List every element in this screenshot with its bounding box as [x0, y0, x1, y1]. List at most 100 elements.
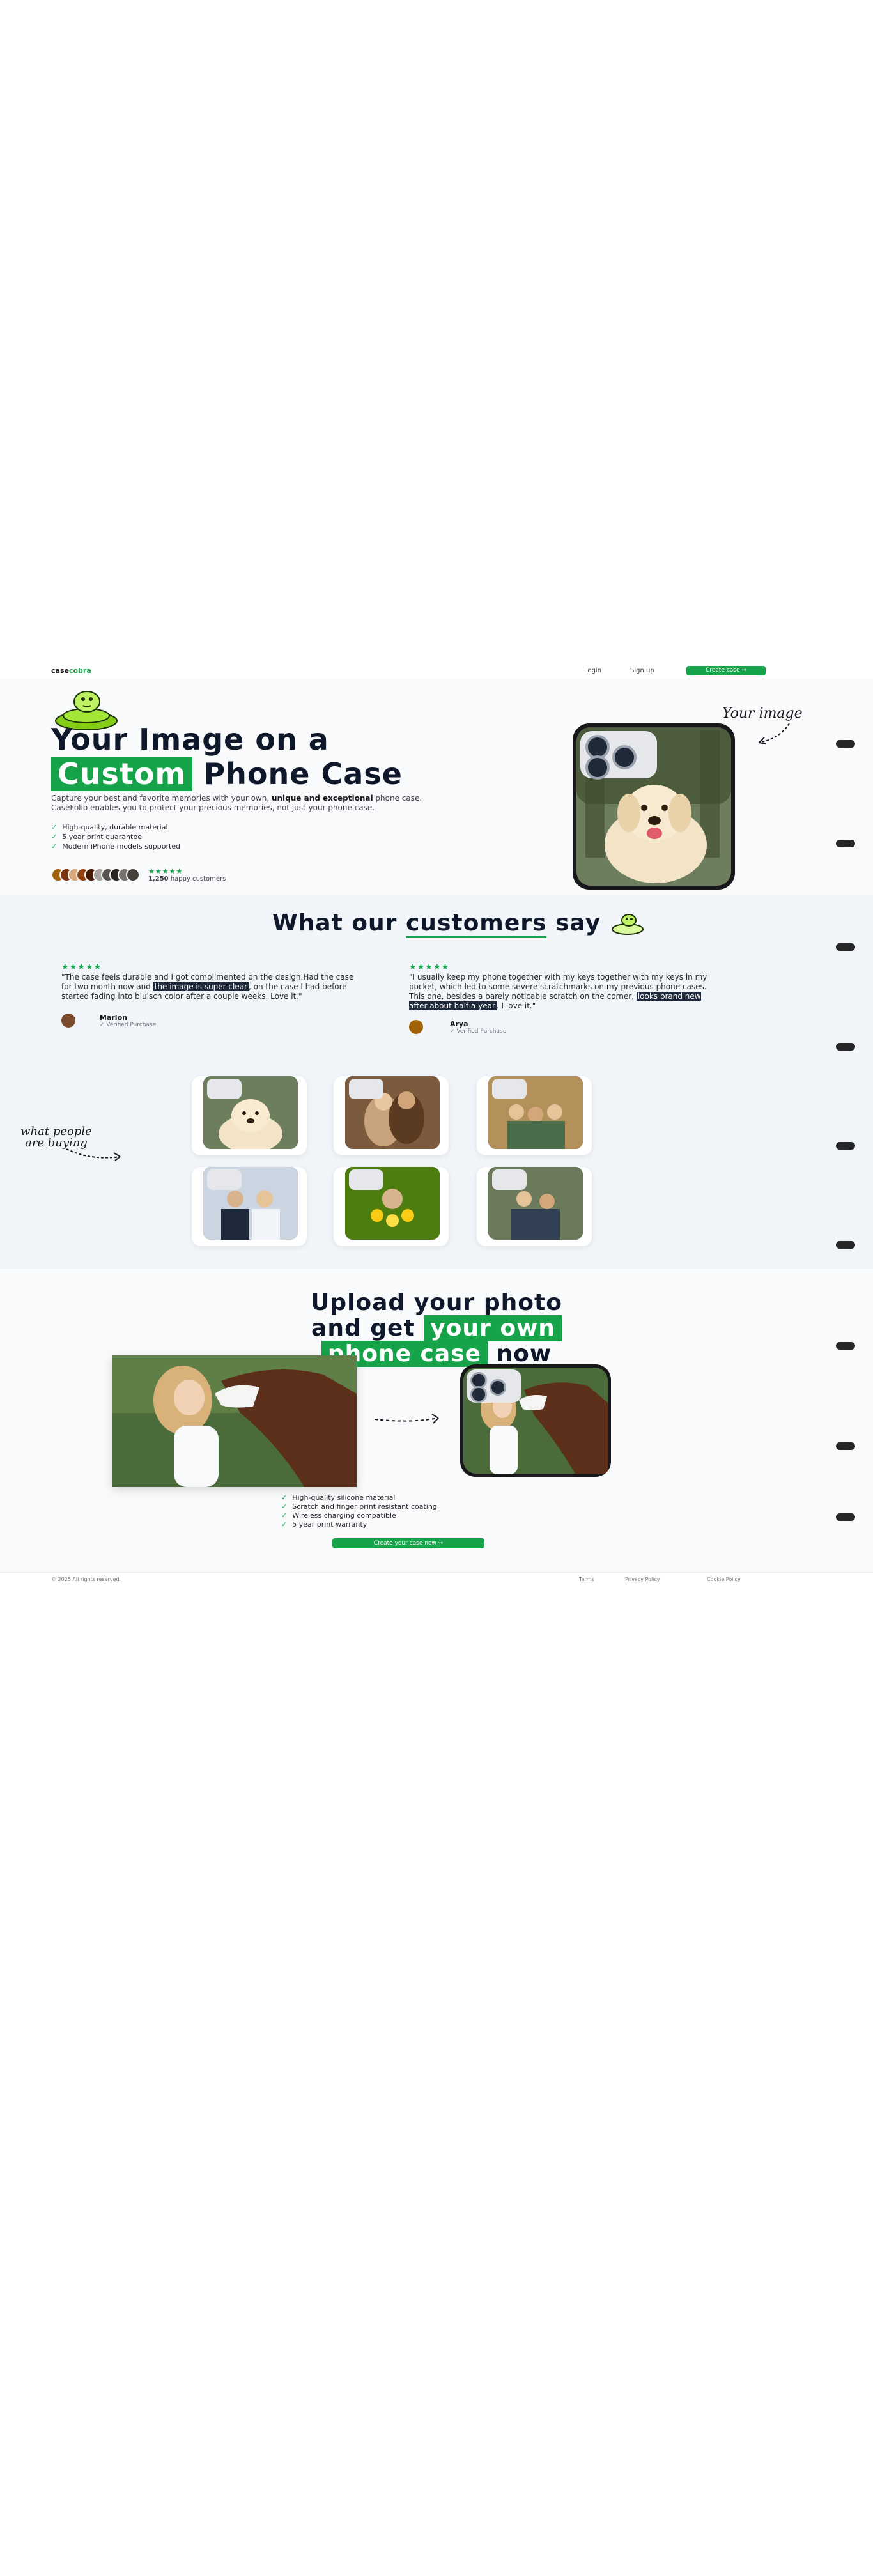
camera-module	[492, 1079, 527, 1099]
product-card[interactable]	[334, 1167, 449, 1246]
scroll-pill	[836, 1513, 855, 1521]
upload-check-item: ✓ Wireless charging compatible	[281, 1511, 437, 1520]
avatar	[61, 1014, 75, 1028]
privacy-link[interactable]: Privacy Policy	[625, 1577, 660, 1582]
reviewer-name: Marlon	[100, 1014, 127, 1022]
hero-check-label: Modern iPhone models supported	[62, 842, 181, 851]
what-people-buying-label: what people are buying	[20, 1125, 92, 1150]
hero-check-label: High-quality, durable material	[62, 823, 168, 831]
avatar	[409, 1020, 423, 1034]
camera-module	[349, 1079, 383, 1099]
product-card[interactable]	[192, 1167, 307, 1246]
upload-title-line2: and get	[311, 1315, 424, 1341]
check-icon: ✓	[51, 833, 58, 841]
cookie-link[interactable]: Cookie Policy	[707, 1577, 741, 1582]
upload-checklist: ✓ High-quality silicone material ✓ Scratch…	[281, 1493, 437, 1529]
logo-prefix: case	[51, 667, 69, 675]
quote-text: . I love it."	[496, 1001, 536, 1010]
check-icon: ✓	[281, 1493, 288, 1502]
hero-check-item: ✓ High-quality, durable material	[51, 823, 180, 832]
copyright: © 2025 All rights reserved	[51, 1577, 120, 1582]
login-link[interactable]: Login	[584, 667, 601, 674]
hero-checklist: ✓ High-quality, durable material ✓ 5 year …	[51, 823, 180, 852]
upload-check-item: ✓ High-quality silicone material	[281, 1493, 437, 1502]
signup-link[interactable]: Sign up	[630, 667, 654, 674]
logo-accent: cobra	[68, 667, 91, 675]
product-phone	[488, 1076, 583, 1149]
snake-mascot-icon	[612, 914, 644, 935]
avatar	[126, 868, 140, 882]
hero-check-label: 5 year print guarantee	[62, 833, 142, 841]
create-your-case-button[interactable]: Create your case now →	[332, 1538, 484, 1548]
scroll-pill	[836, 1241, 855, 1249]
hero-title-line1: Your Image on a	[51, 722, 329, 757]
check-icon: ✓	[281, 1502, 288, 1511]
upload-check-item: ✓ 5 year print warranty	[281, 1520, 437, 1529]
product-phone	[203, 1167, 298, 1240]
reviews-title: What our customers say	[0, 910, 873, 938]
your-image-label: Your image	[722, 706, 803, 721]
logo[interactable]: casecobra	[51, 667, 91, 675]
review-quote: "I usually keep my phone together with m…	[409, 973, 709, 1011]
quote-highlight: the image is super clear	[153, 982, 249, 991]
preview-phone-case	[460, 1364, 611, 1477]
product-phone	[345, 1076, 440, 1149]
check-icon: ✓	[51, 842, 58, 851]
camera-module	[580, 731, 657, 780]
product-card[interactable]	[334, 1076, 449, 1155]
camera-module	[467, 1369, 521, 1403]
navbar: casecobra Login Sign up Create case →	[0, 665, 873, 679]
arrow-icon	[759, 723, 790, 744]
product-card[interactable]	[192, 1076, 307, 1155]
upload-check-label: 5 year print warranty	[292, 1520, 367, 1529]
scroll-pill	[836, 1342, 855, 1350]
reviews-title-highlight: customers	[405, 910, 547, 938]
hero-check-item: ✓ Modern iPhone models supported	[51, 842, 180, 851]
hero-title-rest: Phone Case	[192, 757, 403, 791]
camera-lens-icon	[585, 755, 610, 780]
create-case-button[interactable]: Create case →	[686, 666, 766, 675]
uploaded-photo	[112, 1355, 357, 1487]
product-card[interactable]	[477, 1076, 592, 1155]
upload-check-label: Wireless charging compatible	[292, 1511, 396, 1520]
upload-title-highlight: your own	[424, 1315, 562, 1341]
scroll-pill	[836, 1142, 855, 1150]
upload-check-item: ✓ Scratch and finger print resistant coat…	[281, 1502, 437, 1511]
hero-desc-start: Capture your best and favorite memories …	[51, 794, 272, 803]
camera-lens-icon	[612, 745, 637, 769]
check-icon: ✓	[51, 823, 58, 831]
review-stars: ★★★★★	[61, 962, 102, 972]
rating-stars: ★★★★★	[148, 867, 183, 875]
camera-module	[492, 1169, 527, 1190]
hero-check-item: ✓ 5 year print guarantee	[51, 833, 180, 842]
camera-module	[207, 1169, 242, 1190]
happy-count: 1,250	[148, 875, 169, 883]
upload-section: Upload your photo and get your own phone…	[0, 1269, 873, 1572]
hero-title-highlight: Custom	[51, 757, 193, 791]
review-stars: ★★★★★	[409, 962, 450, 972]
upload-title-line1: Upload your photo	[311, 1290, 562, 1316]
product-phone	[203, 1076, 298, 1149]
girl-horse-photo	[112, 1355, 357, 1487]
hero-title: Your Image on a Custom Phone Case	[51, 722, 403, 791]
reviews-section: What our customers say ★★★★★ "The case f…	[0, 895, 873, 1269]
hero-phone-case	[573, 723, 735, 890]
review-quote: "The case feels durable and I got compli…	[61, 973, 362, 1001]
hero-section: Your Image on a Custom Phone Case Captur…	[0, 679, 873, 895]
product-phone	[345, 1167, 440, 1240]
terms-link[interactable]: Terms	[579, 1577, 594, 1582]
product-card[interactable]	[477, 1167, 592, 1246]
upload-title-line3: now	[488, 1341, 552, 1367]
hero-description: Capture your best and favorite memories …	[51, 794, 460, 813]
camera-module	[207, 1079, 242, 1099]
hero-desc-bold: unique and exceptional	[271, 794, 373, 803]
happy-label: happy customers	[168, 875, 226, 883]
camera-lens-icon	[470, 1386, 487, 1403]
verified-purchase: ✓ Verified Purchase	[100, 1022, 157, 1028]
scroll-pill	[836, 740, 855, 748]
upload-check-label: Scratch and finger print resistant coati…	[292, 1502, 437, 1511]
scroll-pill	[836, 1442, 855, 1450]
scroll-pill	[836, 1043, 855, 1051]
footer: © 2025 All rights reserved Terms Privacy…	[0, 1572, 873, 1587]
scroll-pill	[836, 840, 855, 847]
